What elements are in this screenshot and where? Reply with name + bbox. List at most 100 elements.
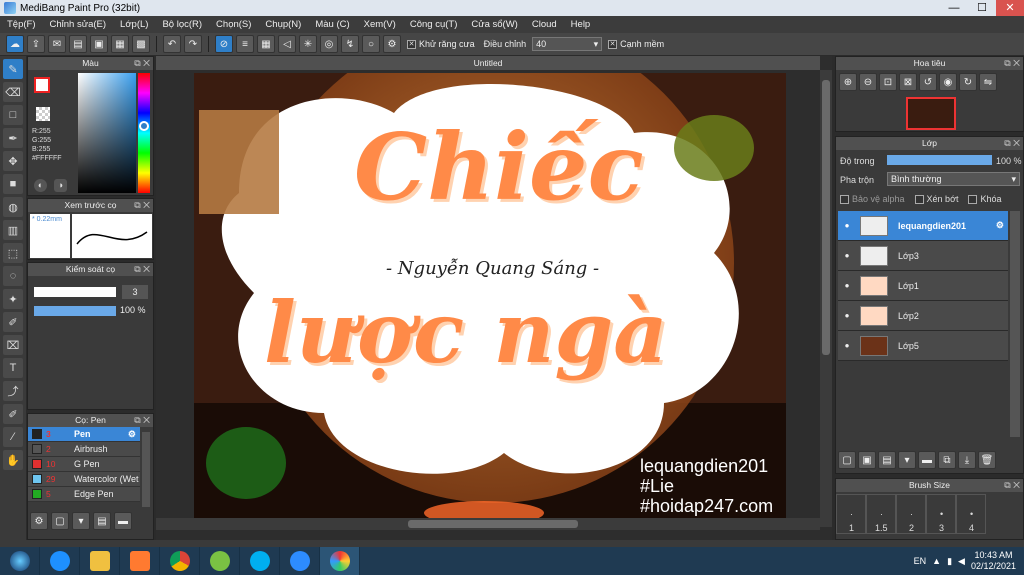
menu-layer[interactable]: Lớp(L) <box>113 19 155 30</box>
brush-list-item[interactable]: 29 Watercolor (Wet <box>28 472 140 487</box>
snap-perspective-icon[interactable]: ◁ <box>278 35 296 53</box>
brush-list-scrollbar[interactable] <box>142 432 150 507</box>
brush-list-item[interactable]: 3 Pen ⚙ <box>28 427 140 442</box>
lock-toggle[interactable]: Khóa <box>968 194 1002 205</box>
antialias-checkbox[interactable]: ✕ <box>407 40 416 50</box>
select-rect-tool-icon[interactable]: ⬚ <box>3 243 23 263</box>
layer-menu-icon[interactable]: ▾ <box>898 451 916 469</box>
page-icon[interactable]: ▣ <box>90 35 108 53</box>
layer-row[interactable]: ● Lớp5 <box>838 331 1008 361</box>
menu-file[interactable]: Tệp(F) <box>0 19 43 30</box>
taskbar-ie[interactable] <box>40 547 80 575</box>
color-history-icon[interactable]: ◑ <box>54 179 67 192</box>
brush-size-option[interactable]: · 2 <box>896 494 926 534</box>
layout-icon[interactable]: ▦ <box>111 35 129 53</box>
brush-menu-icon[interactable]: ▾ <box>72 512 90 530</box>
layer-row[interactable]: ● Lớp2 <box>838 301 1008 331</box>
taskbar-explorer[interactable] <box>80 547 120 575</box>
correction-select[interactable]: 40 ▾ <box>532 37 603 51</box>
brush-folder-icon[interactable]: ▬ <box>114 512 132 530</box>
snap-parallel-icon[interactable]: ≡ <box>236 35 254 53</box>
new-8bit-layer-icon[interactable]: ▤ <box>878 451 896 469</box>
brush-size-option[interactable]: · 1.5 <box>866 494 896 534</box>
opacity-slider[interactable] <box>34 306 116 316</box>
share-icon[interactable]: ⇪ <box>27 35 45 53</box>
snap-radial-icon[interactable]: ✳ <box>299 35 317 53</box>
minimize-button[interactable]: — <box>940 0 968 16</box>
canvas-tab[interactable]: Untitled <box>156 56 820 70</box>
size-value-box[interactable]: 3 <box>122 285 148 299</box>
panel-close-icon[interactable]: ⧉ ✕ <box>1004 479 1020 492</box>
move-tool-icon[interactable]: ✥ <box>3 151 23 171</box>
new-brush-icon[interactable]: ▢ <box>51 512 69 530</box>
rotate-right-icon[interactable]: ↻ <box>959 73 977 91</box>
hand-tool-icon[interactable]: ✋ <box>3 450 23 470</box>
menu-cloud[interactable]: Cloud <box>525 19 564 30</box>
fill-rect-tool-icon[interactable]: ■ <box>3 174 23 194</box>
clip-toggle[interactable]: Xén bớt <box>914 194 958 205</box>
eye-icon[interactable]: ● <box>838 281 856 290</box>
menu-help[interactable]: Help <box>564 19 598 30</box>
panel-close-icon[interactable]: ⧉ ✕ <box>1004 57 1020 70</box>
taskbar-skype[interactable] <box>240 547 280 575</box>
menu-select[interactable]: Chọn(S) <box>209 19 258 30</box>
palette-icon[interactable]: ◐ <box>34 179 47 192</box>
brush-list-item[interactable]: 2 Airbrush <box>28 442 140 457</box>
actual-size-icon[interactable]: ⊠ <box>899 73 917 91</box>
select-pen-tool-icon[interactable]: ✐ <box>3 312 23 332</box>
foreground-swatch[interactable] <box>34 77 50 93</box>
folder-icon[interactable]: ▬ <box>918 451 936 469</box>
hue-handle[interactable] <box>139 121 149 131</box>
horizontal-scroll-thumb[interactable] <box>408 520 578 528</box>
settings-icon[interactable]: ⚙ <box>383 35 401 53</box>
zoom-out-icon[interactable]: ⊖ <box>859 73 877 91</box>
menu-tools[interactable]: Công cụ(T) <box>403 19 465 30</box>
divide-tool-icon[interactable]: ⁄ <box>3 427 23 447</box>
menu-color[interactable]: Màu (C) <box>308 19 356 30</box>
redo-icon[interactable]: ↷ <box>184 35 202 53</box>
snap-off-icon[interactable]: ⊘ <box>215 35 233 53</box>
snap-curve-icon[interactable]: ↯ <box>341 35 359 53</box>
select-eraser-tool-icon[interactable]: ⌧ <box>3 335 23 355</box>
hue-slider[interactable] <box>138 73 150 193</box>
grid-icon[interactable]: ▩ <box>132 35 150 53</box>
document-icon[interactable]: ▤ <box>69 35 87 53</box>
gear-icon[interactable]: ⚙ <box>996 220 1004 231</box>
navigator-thumbnail[interactable] <box>906 97 956 130</box>
close-button[interactable]: ✕ <box>996 0 1024 16</box>
shape-tool-icon[interactable]: □ <box>3 105 23 125</box>
snap-ellipse-icon[interactable]: ○ <box>362 35 380 53</box>
start-button[interactable] <box>0 547 40 575</box>
brush-size-option[interactable]: • 4 <box>956 494 986 534</box>
rotate-left-icon[interactable]: ↺ <box>919 73 937 91</box>
bucket-tool-icon[interactable]: ◍ <box>3 197 23 217</box>
taskbar-chrome[interactable] <box>160 547 200 575</box>
blend-mode-select[interactable]: Bình thường ▾ <box>887 172 1020 186</box>
magic-wand-tool-icon[interactable]: ✦ <box>3 289 23 309</box>
cloud-icon[interactable]: ☁ <box>6 35 24 53</box>
panel-close-icon[interactable]: ⧉ ✕ <box>1004 137 1020 150</box>
panel-close-icon[interactable]: ⧉ ✕ <box>134 414 150 427</box>
color-picker-square[interactable] <box>78 73 136 193</box>
comment-icon[interactable]: ✉ <box>48 35 66 53</box>
undo-icon[interactable]: ↶ <box>163 35 181 53</box>
network-icon[interactable]: ▮ <box>947 556 952 567</box>
add-brush-icon[interactable]: ⚙ <box>30 512 48 530</box>
vertical-scroll-thumb[interactable] <box>822 80 830 355</box>
protect-alpha-toggle[interactable]: Bảo vệ alpha <box>840 194 905 205</box>
snap-circle-icon[interactable]: ◎ <box>320 35 338 53</box>
layer-row[interactable]: ● Lớp3 <box>838 241 1008 271</box>
eye-icon[interactable]: ● <box>838 221 856 230</box>
eye-icon[interactable]: ● <box>838 311 856 320</box>
delete-layer-icon[interactable]: 🗑 <box>978 451 996 469</box>
tray-arrow-icon[interactable]: ▲ <box>932 556 941 566</box>
gear-icon[interactable]: ⚙ <box>128 429 136 440</box>
merge-down-icon[interactable]: ⤓ <box>958 451 976 469</box>
fit-icon[interactable]: ⊡ <box>879 73 897 91</box>
dot-tool-icon[interactable]: ✒ <box>3 128 23 148</box>
snap-grid-icon[interactable]: ▦ <box>257 35 275 53</box>
lasso-tool-icon[interactable]: ◌ <box>3 266 23 286</box>
brush-list-item[interactable]: 10 G Pen <box>28 457 140 472</box>
panel-close-icon[interactable]: ⧉ ✕ <box>134 199 150 212</box>
zoom-in-icon[interactable]: ⊕ <box>839 73 857 91</box>
